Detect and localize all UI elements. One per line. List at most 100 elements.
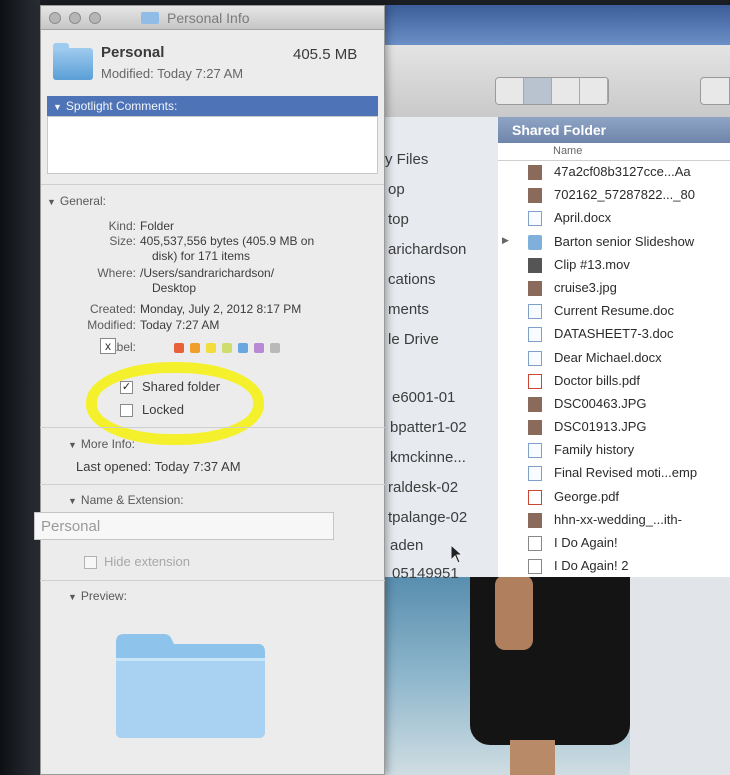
- size-row: Size: 405,537,556 bytes (405.9 MB on dis…: [40, 234, 385, 264]
- icon-view-button[interactable]: [496, 78, 524, 104]
- list-view-button[interactable]: [524, 78, 552, 104]
- file-name: DATASHEET7-3.doc: [554, 326, 674, 342]
- item-name: Personal: [101, 44, 165, 61]
- image-file-icon: [528, 280, 542, 296]
- mouse-cursor-icon: [450, 544, 464, 564]
- file-row[interactable]: Family history: [498, 439, 730, 462]
- file-name: I Do Again! 2: [554, 558, 629, 574]
- file-row[interactable]: 702162_57287822..._80: [498, 184, 730, 207]
- document-file-icon: [528, 211, 542, 227]
- label-color-swatch[interactable]: [254, 343, 264, 353]
- size-key: Size:: [109, 234, 136, 248]
- document-file-icon: [528, 443, 542, 459]
- label-color-swatch[interactable]: [238, 343, 248, 353]
- image-file-icon: [528, 420, 542, 436]
- kind-row: Kind: Folder: [40, 219, 385, 234]
- sidebar-item[interactable]: le Drive: [388, 331, 439, 348]
- file-row[interactable]: April.docx: [498, 207, 730, 230]
- disclosure-triangle-icon[interactable]: ▼: [53, 102, 62, 112]
- modified-key: Modified:: [87, 318, 136, 332]
- divider: [41, 184, 384, 185]
- sidebar-item[interactable]: op: [388, 181, 405, 198]
- column-view-button[interactable]: [552, 78, 580, 104]
- preview-section[interactable]: ▼ Preview:: [62, 586, 133, 606]
- disclosure-triangle-icon[interactable]: ▼: [47, 197, 56, 207]
- minimize-button[interactable]: [69, 12, 81, 24]
- label-color-swatch[interactable]: [190, 343, 200, 353]
- sidebar-item[interactable]: e6001-01: [392, 389, 455, 406]
- file-row[interactable]: cruise3.jpg: [498, 277, 730, 300]
- quick-look-button[interactable]: [700, 77, 730, 105]
- label-clear-button[interactable]: x: [100, 338, 116, 354]
- file-row[interactable]: I Do Again! 2: [498, 555, 730, 578]
- finder-title-area: [380, 5, 730, 45]
- file-row[interactable]: DSC00463.JPG: [498, 393, 730, 416]
- label-color-swatch[interactable]: [222, 343, 232, 353]
- name-extension-section[interactable]: ▼ Name & Extension:: [62, 490, 190, 510]
- sidebar-item[interactable]: ments: [388, 301, 429, 318]
- disclosure-triangle-icon[interactable]: ▼: [68, 440, 77, 450]
- disclosure-triangle-icon[interactable]: ▶: [502, 235, 509, 246]
- created-value: Monday, July 2, 2012 8:17 PM: [140, 302, 302, 316]
- file-name: 702162_57287822..._80: [554, 187, 695, 203]
- where-value-line2: Desktop: [152, 281, 197, 295]
- sidebar-item[interactable]: kmckinne...: [390, 449, 466, 466]
- hide-extension-checkbox[interactable]: [84, 556, 97, 569]
- sidebar-item[interactable]: arichardson: [388, 241, 466, 258]
- file-name: I Do Again!: [554, 535, 618, 550]
- kind-value: Folder: [140, 219, 175, 233]
- section-label: More Info:: [80, 437, 135, 451]
- file-row[interactable]: DATASHEET7-3.doc: [498, 323, 730, 346]
- close-button[interactable]: [49, 12, 61, 24]
- sidebar-item[interactable]: bpatter1-02: [390, 419, 467, 436]
- label-color-swatches: [174, 343, 334, 355]
- file-row[interactable]: Final Revised moti...emp: [498, 462, 730, 485]
- sidebar-item[interactable]: aden: [390, 537, 423, 554]
- file-row[interactable]: George.pdf: [498, 486, 730, 509]
- label-color-swatch[interactable]: [270, 343, 280, 353]
- document-file-icon: [528, 327, 542, 343]
- sidebar-item[interactable]: 05149951: [392, 565, 459, 582]
- file-row[interactable]: 47a2cf08b3127cce...Aa: [498, 161, 730, 184]
- spotlight-comments-field[interactable]: [47, 116, 378, 174]
- sidebar-item[interactable]: top: [388, 211, 409, 228]
- folder-header: Shared Folder: [498, 117, 730, 143]
- item-size: 405.5 MB: [293, 46, 358, 63]
- sidebar-item[interactable]: tpalange-02: [388, 509, 467, 526]
- music-file-icon: [528, 559, 542, 575]
- label-color-swatch[interactable]: [206, 343, 216, 353]
- divider: [40, 484, 385, 485]
- file-row[interactable]: DSC01913.JPG: [498, 416, 730, 439]
- sidebar-item[interactable]: raldesk-02: [388, 479, 458, 496]
- general-section[interactable]: ▼ General:: [41, 191, 384, 211]
- preview-folder-icon: [116, 634, 265, 738]
- where-value-line1: /Users/sandrarichardson/: [140, 266, 275, 280]
- name-field[interactable]: [34, 512, 334, 540]
- file-row[interactable]: Doctor bills.pdf: [498, 370, 730, 393]
- sidebar-item[interactable]: cations: [388, 271, 436, 288]
- section-label: Spotlight Comments:: [65, 99, 178, 113]
- file-row[interactable]: Dear Michael.docx: [498, 347, 730, 370]
- disclosure-triangle-icon[interactable]: ▼: [68, 592, 77, 602]
- document-file-icon: [528, 304, 542, 320]
- image-file-icon: [528, 396, 542, 412]
- name-column-header[interactable]: Name: [498, 143, 730, 161]
- disclosure-triangle-icon[interactable]: ▼: [68, 496, 77, 506]
- coverflow-view-button[interactable]: [580, 78, 608, 104]
- label-color-swatch[interactable]: [174, 343, 184, 353]
- file-row[interactable]: Current Resume.doc: [498, 300, 730, 323]
- file-row[interactable]: Clip #13.mov: [498, 254, 730, 277]
- spotlight-comments-section[interactable]: ▼ Spotlight Comments:: [47, 96, 378, 116]
- image-file-icon: [528, 165, 542, 180]
- sidebar-item[interactable]: y Files: [385, 151, 428, 168]
- more-info-section[interactable]: ▼ More Info:: [62, 434, 141, 454]
- photo-person-arm: [495, 575, 533, 650]
- modified-row: Modified: Today 7:27 AM: [40, 318, 385, 333]
- file-row[interactable]: hhn-xx-wedding_...ith-: [498, 509, 730, 532]
- zoom-button[interactable]: [89, 12, 101, 24]
- folder-icon: [53, 43, 93, 80]
- file-row[interactable]: I Do Again!: [498, 532, 730, 555]
- file-row[interactable]: ▶ Barton senior Slideshow: [498, 231, 730, 254]
- file-name: Final Revised moti...emp: [554, 465, 698, 481]
- window-title: Personal Info: [167, 10, 250, 26]
